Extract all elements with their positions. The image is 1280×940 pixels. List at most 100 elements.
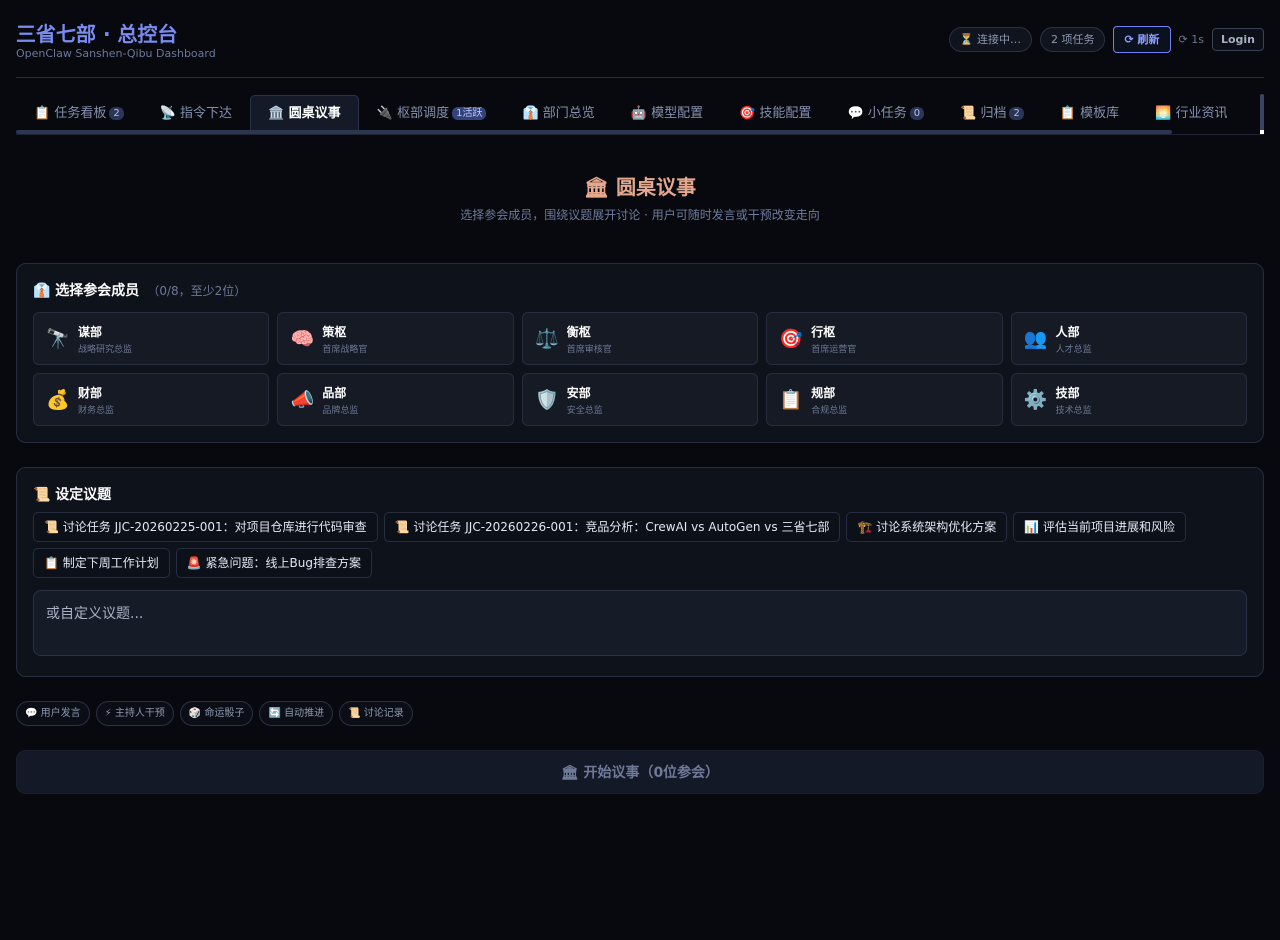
member-card[interactable]: 🧠 策枢首席战略官	[277, 312, 514, 365]
tab-label: 🔌 枢部调度	[376, 106, 450, 121]
tab-8[interactable]: 📜 归档 2	[942, 95, 1042, 130]
member-icon: 💰	[46, 389, 70, 411]
member-card[interactable]: 🔭 谋部 战略研究总监	[33, 312, 270, 365]
member-info: 规部 合规总监	[811, 384, 847, 416]
member-name: 技部	[1055, 385, 1080, 400]
start-discussion-button[interactable]: 🏛 开始议事（0位参会）	[16, 750, 1264, 794]
tab-label: 🎯 技能配置	[739, 106, 812, 121]
topic-panel: 📜 设定议题 📜 讨论任务 JJC-20260225-001：对项目仓库进行代码…	[16, 467, 1264, 677]
login-button[interactable]: Login	[1211, 28, 1264, 51]
member-role: 首席战略官	[322, 344, 368, 355]
tab-scrollbar[interactable]	[16, 130, 1172, 134]
topic-preset-button[interactable]: 📜 讨论任务 JJC-20260226-001：竞品分析：CrewAI vs A…	[383, 512, 841, 542]
topic-panel-title: 📜 设定议题	[33, 487, 112, 503]
member-role: 首席运营官	[811, 344, 857, 355]
feature-chip[interactable]: 💬 用户发言	[16, 701, 90, 726]
tab-label: 💬 小任务	[847, 106, 907, 121]
tab-6[interactable]: 🎯 技能配置	[721, 95, 829, 130]
custom-topic-input[interactable]	[33, 590, 1247, 656]
member-selection-panel: 👔 选择参会成员 （0/8，至少2位） 🔭 谋部 战略研究总监 🧠 策枢首席战略官 ⚖️ 衡枢…	[16, 263, 1264, 443]
app-header: 三省七部 · 总控台 OpenClaw Sanshen-Qibu Dashboa…	[16, 0, 1264, 78]
member-info: 品部 品牌总监	[322, 384, 358, 416]
member-card[interactable]: 💰 财部财务总监	[33, 373, 270, 426]
tab-count-badge: 1活跃	[452, 107, 487, 120]
feature-chip[interactable]: ⚡ 主持人干预	[95, 701, 174, 726]
member-role: 首席审核官	[566, 344, 612, 355]
scroll-corner	[1260, 130, 1264, 134]
member-panel-title-text: 👔 选择参会成员	[33, 283, 140, 299]
member-role: 人才总监	[1055, 344, 1092, 355]
feature-chips: 💬 用户发言 ⚡ 主持人干预 🎲 命运骰子 🔄 自动推进 📜 讨论记录	[16, 701, 1264, 726]
member-icon: ⚖️	[534, 328, 559, 350]
member-panel-title: 👔 选择参会成员 （0/8，至少2位）	[33, 280, 1247, 300]
member-info: 安部 安全总监	[567, 384, 603, 416]
member-icon: 🧠	[290, 328, 315, 350]
tab-bar: 📋 任务看板 2 📡 指令下达 🏛️ 圆桌议事 🔌 枢部调度 1活跃 👔 部门总览 🤖 模型配…	[16, 94, 1264, 135]
tab-label: 🌅 行业资讯	[1155, 106, 1228, 121]
section-title: 🏛 圆桌议事	[583, 175, 697, 199]
member-card[interactable]: 👥 人部人才总监	[1010, 312, 1247, 365]
tab-10[interactable]: 🌅 行业资讯	[1137, 95, 1245, 130]
tab-label: 🏛️ 圆桌议事	[268, 106, 341, 121]
member-icon: 🎯	[779, 328, 804, 350]
member-card[interactable]: 🛡️ 安部安全总监	[521, 373, 759, 426]
tab-2[interactable]: 🏛️ 圆桌议事	[250, 95, 359, 130]
feature-chip[interactable]: 🔄 自动推进	[259, 701, 334, 726]
topic-preset-button[interactable]: 📜 讨论任务 JJC-20260225-001：对项目仓库进行代码审查	[33, 512, 378, 542]
task-count-badge[interactable]: 2 项任务	[1039, 27, 1106, 52]
member-name: 品部	[322, 385, 347, 400]
member-card[interactable]: 📣 品部 品牌总监	[277, 373, 514, 426]
app-title: 三省七部 · 总控台	[16, 22, 178, 46]
member-card[interactable]: 📋 规部合规总监	[766, 373, 1003, 426]
topic-preset-button[interactable]: 🏗️ 讨论系统架构优化方案	[846, 512, 1008, 542]
member-icon: 📋	[779, 389, 804, 411]
section-description: 选择参会成员，围绕议题展开讨论 · 用户可随时发言或干预改变走向	[460, 208, 820, 222]
member-name: 谋部	[78, 324, 103, 339]
member-role: 技术总监	[1055, 405, 1092, 416]
topic-preset-button[interactable]: 📊 评估当前项目进展和风险	[1013, 512, 1186, 542]
tab-label: 📡 指令下达	[159, 106, 233, 121]
tab-scrollbar-vertical[interactable]	[1260, 94, 1264, 131]
feature-chip[interactable]: 🎲 命运骰子	[179, 701, 254, 726]
member-info: 行枢 首席运营官	[811, 323, 856, 355]
section-header: 🏛 圆桌议事 选择参会成员，围绕议题展开讨论 · 用户可随时发言或干预改变走向	[16, 171, 1264, 223]
member-role: 品牌总监	[322, 405, 359, 416]
member-info: 衡枢 首席审核官	[567, 323, 612, 355]
member-icon: ⚙️	[1023, 389, 1048, 411]
refresh-button[interactable]: ⟳ 刷新	[1113, 26, 1171, 53]
tab-5[interactable]: 🤖 模型配置	[613, 95, 721, 130]
tab-1[interactable]: 📡 指令下达	[142, 95, 250, 130]
member-icon: 👥	[1023, 328, 1048, 350]
tab-label: 📜 归档	[960, 106, 1007, 121]
tab-0[interactable]: 📋 任务看板 2	[16, 95, 142, 130]
member-name: 财部	[78, 385, 103, 400]
topic-preset-button[interactable]: 📋 制定下周工作计划	[33, 548, 170, 578]
member-role: 安全总监	[566, 405, 603, 416]
connection-status-badge: ⏳ 连接中…	[948, 27, 1032, 52]
member-role: 合规总监	[811, 405, 848, 416]
tab-count-badge: 0	[909, 107, 925, 120]
refresh-interval[interactable]: ⟳ 1s	[1179, 33, 1204, 46]
member-icon: 🛡️	[534, 389, 559, 411]
app-subtitle: OpenClaw Sanshen-Qibu Dashboard	[16, 47, 216, 60]
tab-3[interactable]: 🔌 枢部调度 1活跃	[359, 95, 505, 130]
member-name: 衡枢	[566, 324, 591, 339]
feature-chip[interactable]: 📜 讨论记录	[339, 701, 413, 726]
tab-label: 📋 模板库	[1059, 106, 1120, 121]
member-name: 策枢	[322, 324, 347, 339]
tab-9[interactable]: 📋 模板库	[1042, 95, 1137, 130]
tab-label: 👔 部门总览	[522, 106, 595, 121]
member-info: 策枢 首席战略官	[322, 323, 367, 355]
tab-4[interactable]: 👔 部门总览	[504, 95, 612, 130]
member-info: 技部 技术总监	[1056, 384, 1092, 416]
member-name: 规部	[811, 385, 836, 400]
member-card[interactable]: ⚖️ 衡枢首席审核官	[521, 312, 759, 365]
tab-7[interactable]: 💬 小任务 0	[829, 95, 942, 130]
member-card[interactable]: ⚙️ 技部技术总监	[1010, 373, 1247, 426]
member-name: 安部	[566, 385, 591, 400]
member-role: 财务总监	[78, 405, 115, 416]
topic-preset-button[interactable]: 🚨 紧急问题：线上Bug排查方案	[175, 548, 372, 578]
member-card[interactable]: 🎯 行枢 首席运营官	[766, 312, 1003, 365]
tab-label: 📋 任务看板	[34, 106, 107, 121]
member-name: 人部	[1055, 324, 1080, 339]
